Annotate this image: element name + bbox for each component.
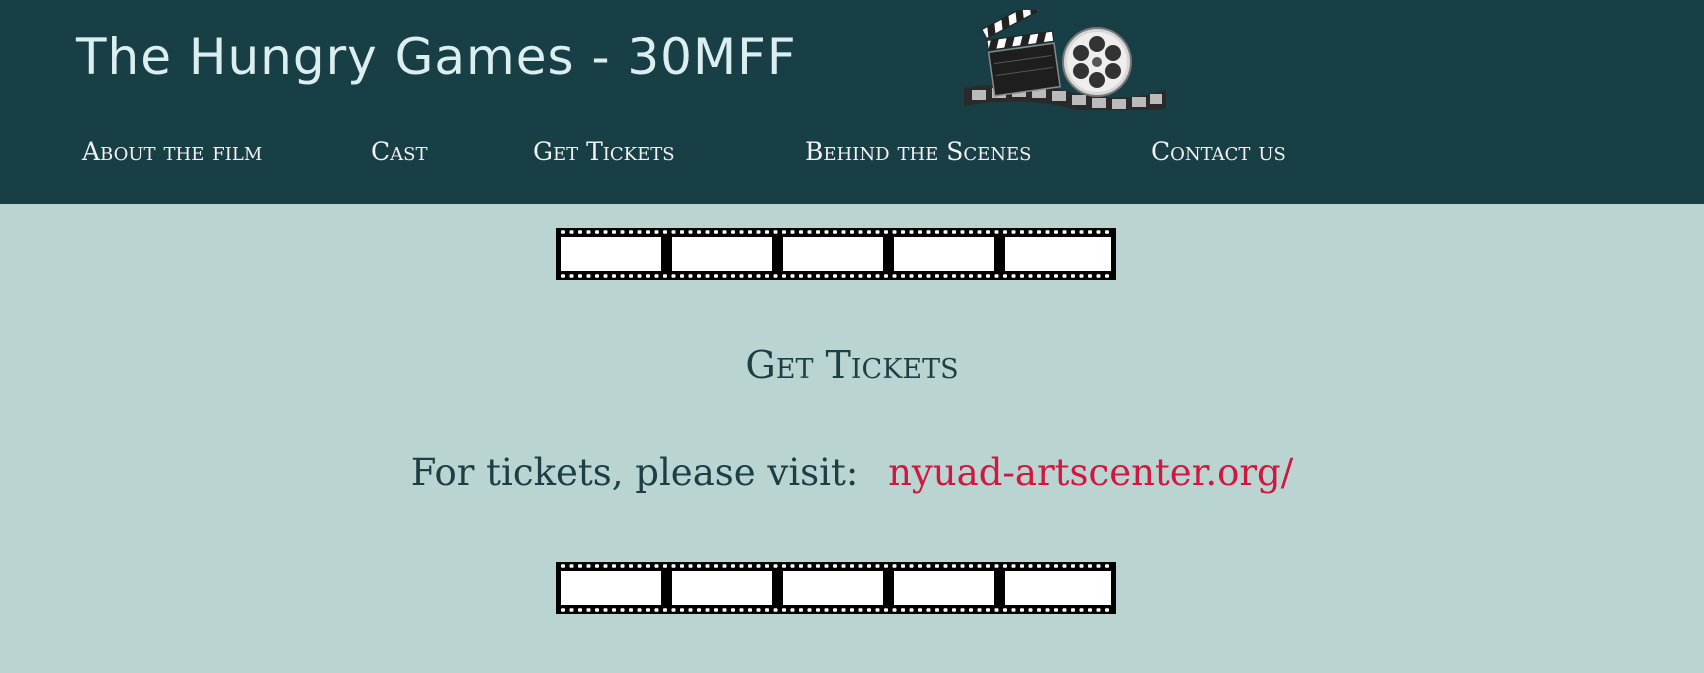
site-title: The Hungry Games - 30MFF	[76, 28, 797, 86]
film-clapperboard-reel-icon	[964, 10, 1166, 110]
nav-contact-us[interactable]: Contact us	[1151, 136, 1286, 168]
ticket-text: For tickets, please visit:	[410, 451, 859, 494]
filmstrip-top-icon	[556, 228, 1116, 280]
nav-get-tickets[interactable]: Get Tickets	[533, 136, 675, 168]
ticket-info: For tickets, please visit: nyuad-artscen…	[0, 448, 1704, 498]
filmstrip-bottom-icon	[556, 562, 1116, 614]
site-header: The Hungry Games - 30MFF About the film …	[0, 0, 1704, 204]
nav-behind-the-scenes[interactable]: Behind the Scenes	[805, 136, 1032, 168]
nav-cast[interactable]: Cast	[371, 136, 427, 168]
ticket-link[interactable]: nyuad-artscenter.org/	[888, 451, 1293, 494]
page-title: Get Tickets	[745, 343, 959, 387]
nav-about-the-film[interactable]: About the film	[82, 136, 262, 168]
